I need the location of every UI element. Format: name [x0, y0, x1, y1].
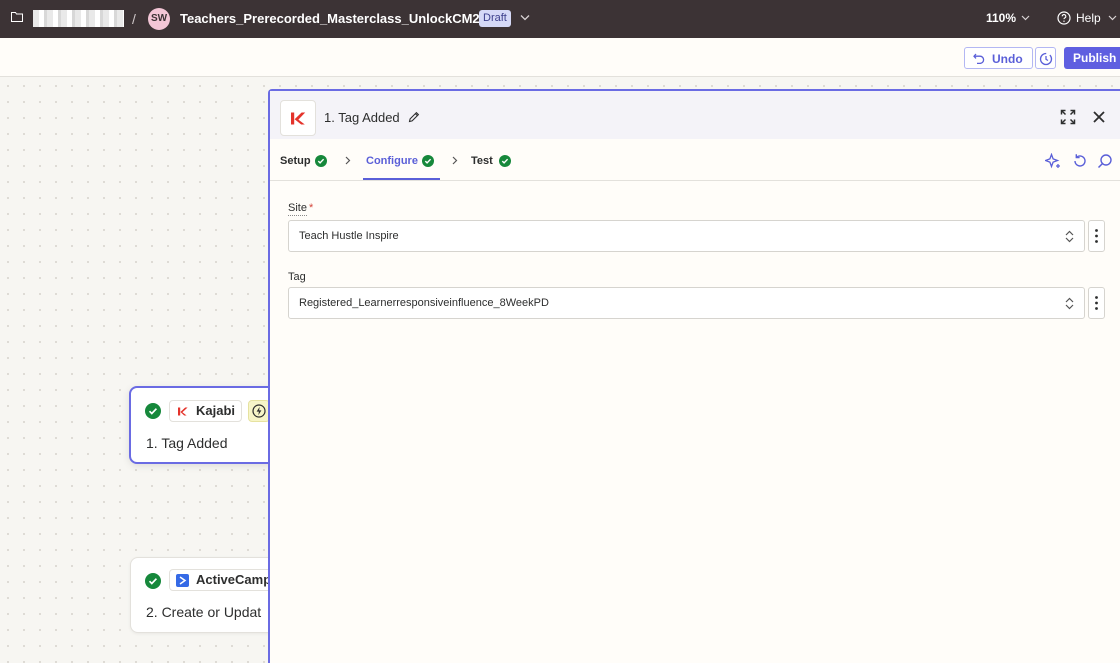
- activecampaign-icon: [176, 574, 189, 587]
- tab-configure[interactable]: Configure: [363, 139, 440, 180]
- check-circle-icon: [145, 573, 161, 589]
- tag-select[interactable]: Registered_Learnerresponsiveinfluence_8W…: [288, 287, 1085, 319]
- tab-label: Setup: [280, 155, 311, 167]
- tag-field-options-button[interactable]: [1088, 287, 1105, 319]
- help-icon[interactable]: [1057, 11, 1071, 25]
- chevron-down-icon[interactable]: [1021, 15, 1030, 21]
- check-circle-icon: [422, 155, 434, 167]
- undo-label: Undo: [992, 52, 1023, 66]
- chevron-right-icon: [345, 156, 351, 165]
- kajabi-icon: [291, 112, 306, 125]
- breadcrumb-separator: /: [132, 11, 136, 27]
- step-app-name: Kajabi: [196, 403, 236, 418]
- history-icon: [1039, 52, 1053, 66]
- folder-icon[interactable]: [11, 12, 23, 22]
- tab-label: Test: [471, 155, 493, 167]
- undo-button[interactable]: Undo: [964, 47, 1033, 69]
- site-field-options-button[interactable]: [1088, 220, 1105, 252]
- chevron-down-icon[interactable]: [1108, 15, 1117, 21]
- trigger-badge: [248, 400, 270, 422]
- refresh-icon[interactable]: [1072, 153, 1088, 169]
- zoom-level[interactable]: 110%: [986, 11, 1016, 25]
- search-icon[interactable]: [1097, 153, 1113, 169]
- site-label-text: Site: [288, 202, 307, 216]
- tag-select-value: Registered_Learnerresponsiveinfluence_8W…: [299, 297, 549, 309]
- site-select-value: Teach Hustle Inspire: [299, 230, 399, 242]
- step-app-name: ActiveCamp: [196, 572, 272, 587]
- step-title: 1. Tag Added: [146, 435, 228, 451]
- site-select[interactable]: Teach Hustle Inspire: [288, 220, 1085, 252]
- editor-toolbar: Undo Publish: [0, 38, 1120, 77]
- check-circle-icon: [145, 403, 161, 419]
- zap-title[interactable]: Teachers_Prerecorded_Masterclass_UnlockC…: [180, 11, 501, 26]
- tab-setup[interactable]: Setup: [280, 139, 330, 180]
- chevron-right-icon: [452, 156, 458, 165]
- panel-title[interactable]: 1. Tag Added: [324, 110, 400, 125]
- expand-icon[interactable]: [1060, 109, 1076, 125]
- step-card-trigger[interactable]: Kajabi 1. Tag Added: [129, 386, 279, 464]
- publish-button[interactable]: Publish: [1064, 47, 1120, 69]
- app-pill-activecampaign: ActiveCamp: [169, 569, 279, 591]
- status-badge: Draft: [479, 10, 511, 27]
- up-down-chevron-icon: [1065, 230, 1074, 243]
- panel-tabs: Setup Configure Test: [270, 139, 1120, 181]
- more-vertical-icon: [1095, 296, 1098, 310]
- check-circle-icon: [315, 155, 327, 167]
- tab-test[interactable]: Test: [471, 139, 516, 180]
- check-circle-icon: [499, 155, 511, 167]
- close-icon[interactable]: [1093, 111, 1105, 123]
- tag-field-label: Tag: [288, 271, 306, 283]
- app-logo: [280, 100, 316, 136]
- tab-label: Configure: [366, 155, 418, 167]
- undo-icon: [973, 53, 985, 64]
- bolt-icon: [252, 404, 266, 418]
- kajabi-icon: [178, 407, 188, 416]
- site-field-label: Site *: [288, 202, 314, 216]
- required-marker: *: [308, 202, 314, 214]
- step-title: 2. Create or Updat: [146, 604, 262, 620]
- chevron-down-icon[interactable]: [520, 14, 530, 21]
- app-pill-kajabi: Kajabi: [169, 400, 242, 422]
- up-down-chevron-icon: [1065, 297, 1074, 310]
- sparkle-icon[interactable]: [1045, 153, 1061, 169]
- avatar[interactable]: SW: [148, 8, 170, 30]
- folder-name-redacted[interactable]: [33, 10, 124, 27]
- panel-header: 1. Tag Added: [270, 91, 1120, 139]
- step-card-action[interactable]: ActiveCamp 2. Create or Updat: [130, 557, 280, 633]
- more-vertical-icon: [1095, 229, 1098, 243]
- pencil-icon[interactable]: [408, 111, 420, 123]
- history-button[interactable]: [1035, 47, 1056, 69]
- top-bar: / SW Teachers_Prerecorded_Masterclass_Un…: [0, 0, 1120, 38]
- step-editor-panel: 1. Tag Added Setup Configure Test Site * …: [268, 89, 1120, 663]
- help-menu[interactable]: Help: [1076, 11, 1101, 25]
